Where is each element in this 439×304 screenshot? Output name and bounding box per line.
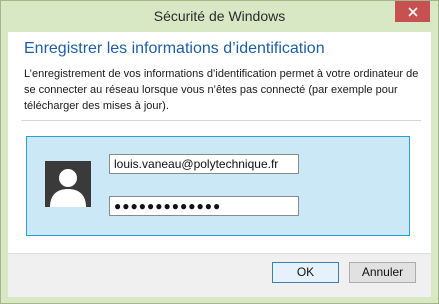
dialog-description: L’enregistrement de vos informations d’i… xyxy=(24,68,419,112)
username-field[interactable]: louis.vaneau@polytechnique.fr xyxy=(109,154,299,174)
close-button[interactable] xyxy=(395,1,430,22)
ok-button[interactable]: OK xyxy=(272,262,339,283)
dialog-window: Sécurité de Windows Enregistrer les info… xyxy=(0,0,439,304)
dialog-client-area: Enregistrer les informations d’identific… xyxy=(8,32,431,297)
credential-tile[interactable]: louis.vaneau@polytechnique.fr ●●●●●●●●●●… xyxy=(26,136,410,236)
cancel-button[interactable]: Annuler xyxy=(349,262,416,283)
window-title: Sécurité de Windows xyxy=(153,8,286,24)
dialog-heading: Enregistrer les informations d’identific… xyxy=(24,40,325,57)
close-icon xyxy=(407,6,418,17)
button-bar: OK Annuler xyxy=(8,253,431,297)
user-avatar-icon xyxy=(45,161,91,207)
title-bar[interactable]: Sécurité de Windows xyxy=(1,1,438,32)
password-field[interactable]: ●●●●●●●●●●●●● xyxy=(109,196,299,216)
separator xyxy=(21,120,421,121)
